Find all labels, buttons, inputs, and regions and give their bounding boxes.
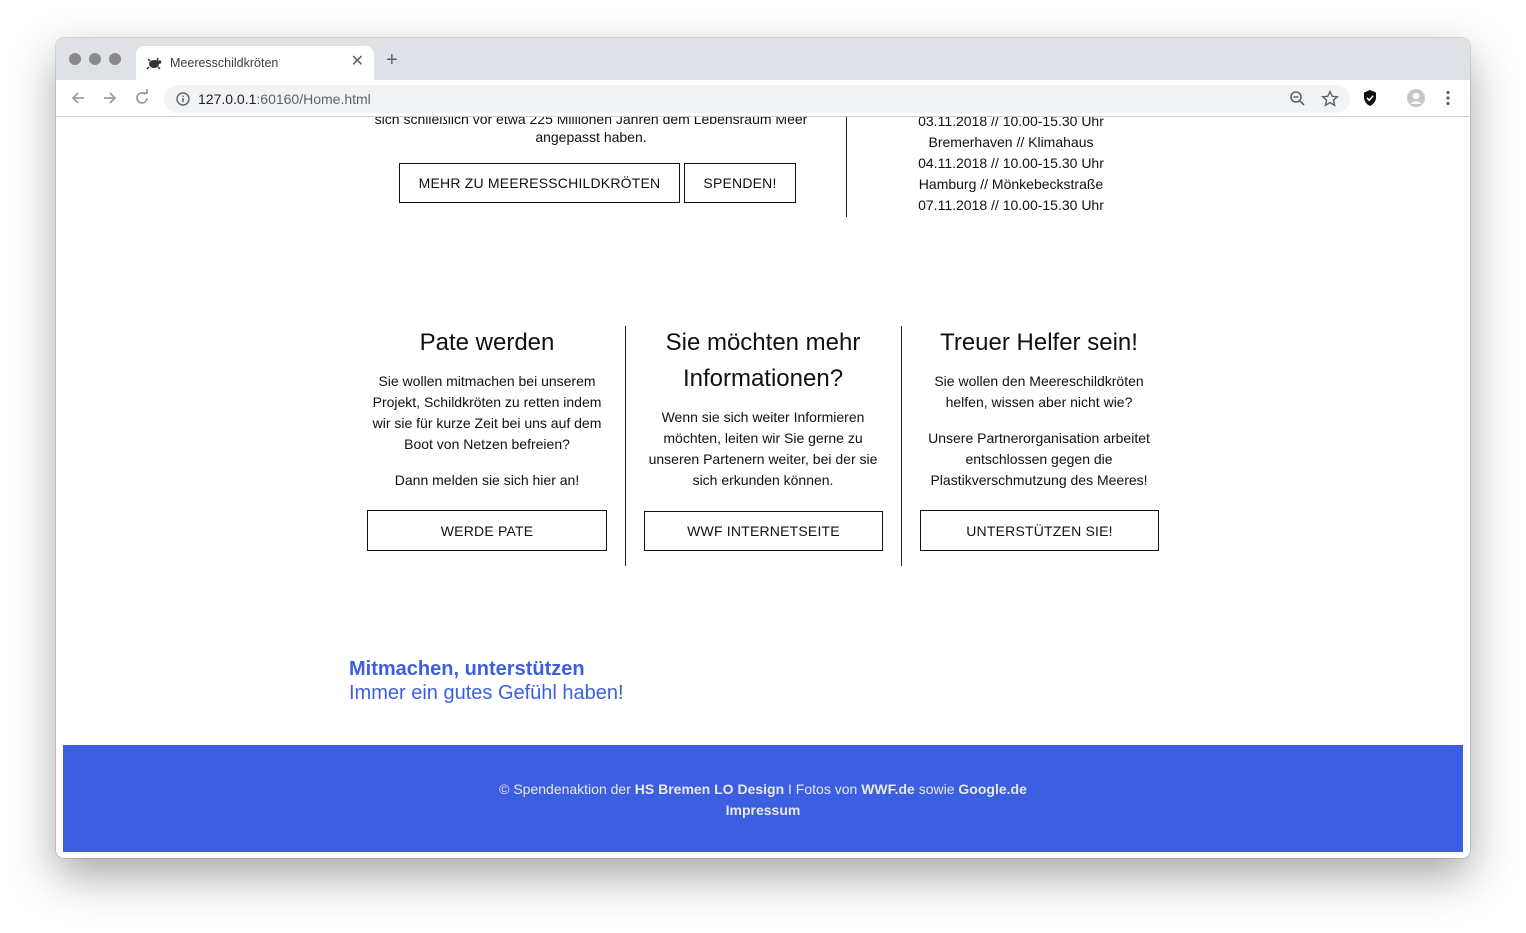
url-text[interactable]: 127.0.0.1:60160/Home.html bbox=[198, 91, 371, 107]
tab-bar: Meeresschildkröten ✕ + bbox=[56, 38, 1470, 80]
turtle-icon bbox=[146, 57, 162, 70]
footer-link-wwf[interactable]: WWF.de bbox=[861, 781, 915, 797]
forward-icon[interactable] bbox=[100, 88, 120, 108]
browser-window: Meeresschildkröten ✕ + 127.0.0.1:60160/H… bbox=[56, 38, 1470, 858]
close-window-button[interactable] bbox=[69, 53, 81, 65]
column-helper: Treuer Helfer sein! Sie wollen den Meere… bbox=[914, 325, 1164, 491]
column-text: Dann melden sie sich hier an! bbox=[394, 472, 580, 488]
maximize-window-button[interactable] bbox=[109, 53, 121, 65]
zoom-icon[interactable] bbox=[1288, 89, 1308, 109]
event-location-line: Hamburg // Mönkebeckstraße bbox=[918, 176, 1104, 192]
back-icon[interactable] bbox=[68, 88, 88, 108]
column-text: Sie wollen mitmachen bei unserem Projekt… bbox=[372, 373, 602, 452]
bookmark-star-icon[interactable] bbox=[1320, 89, 1340, 109]
event-date-line: 03.11.2018 // 10.00-15.30 Uhr bbox=[918, 117, 1104, 129]
shield-extension-icon[interactable] bbox=[1360, 88, 1380, 108]
event-location-line: Bremerhaven // Klimahaus bbox=[928, 134, 1094, 150]
page-viewport: sich schließlich vor etwa 225 Millionen … bbox=[56, 117, 1470, 858]
wwf-website-button[interactable]: WWF INTERNETSEITE bbox=[644, 511, 883, 551]
column-text: Sie wollen den Meereschildkröten helfen,… bbox=[934, 373, 1144, 410]
more-about-turtles-button[interactable]: MEHR ZU MEERESSCHILDKRÖTEN bbox=[399, 163, 680, 203]
column-info: Sie möchten mehr Informationen? Wenn sie… bbox=[638, 325, 888, 491]
become-sponsor-button[interactable]: WERDE PATE bbox=[367, 510, 607, 551]
event-date-line: 04.11.2018 // 10.00-15.30 Uhr bbox=[918, 155, 1104, 171]
reload-icon[interactable] bbox=[132, 88, 152, 108]
footer-impressum-link[interactable]: Impressum bbox=[63, 800, 1463, 820]
slogan-line-1: Mitmachen, unterstützen bbox=[349, 658, 585, 680]
column-text: Wenn sie sich weiter Informieren möchten… bbox=[648, 409, 878, 488]
close-tab-icon[interactable]: ✕ bbox=[351, 52, 364, 72]
slogan: Mitmachen, unterstützen Immer ein gutes … bbox=[349, 657, 624, 705]
donate-button[interactable]: SPENDEN! bbox=[684, 163, 796, 203]
footer-link-hs-bremen[interactable]: HS Bremen LO Design bbox=[635, 781, 784, 797]
info-icon[interactable] bbox=[176, 92, 190, 106]
intro-last-line: angepasst haben. bbox=[535, 129, 647, 145]
footer: © Spendenaktion der HS Bremen LO Design … bbox=[63, 745, 1463, 852]
profile-avatar-icon[interactable] bbox=[1406, 88, 1426, 108]
minimize-window-button[interactable] bbox=[89, 53, 101, 65]
column-text: Unsere Partnerorganisation arbeitet ents… bbox=[928, 430, 1150, 488]
support-button[interactable]: UNTERSTÜTZEN SIE! bbox=[920, 510, 1159, 551]
footer-credits: © Spendenaktion der HS Bremen LO Design … bbox=[499, 781, 1027, 797]
browser-toolbar: 127.0.0.1:60160/Home.html bbox=[56, 80, 1470, 117]
menu-dots-icon[interactable] bbox=[1438, 88, 1458, 108]
divider-vertical bbox=[625, 326, 626, 566]
event-date-line: 07.11.2018 // 10.00-15.30 Uhr bbox=[918, 197, 1104, 213]
column-title: Treuer Helfer sein! bbox=[940, 329, 1138, 356]
footer-link-google[interactable]: Google.de bbox=[958, 781, 1026, 797]
divider-vertical bbox=[846, 117, 847, 217]
column-title: Pate werden bbox=[419, 329, 555, 356]
divider-vertical bbox=[901, 326, 902, 566]
tab-active[interactable]: Meeresschildkröten ✕ bbox=[136, 46, 374, 80]
column-sponsor: Pate werden Sie wollen mitmachen bei uns… bbox=[362, 325, 612, 491]
tab-title: Meeresschildkröten bbox=[170, 56, 279, 70]
column-title: Sie möchten mehr Informationen? bbox=[665, 329, 861, 392]
address-bar[interactable]: 127.0.0.1:60160/Home.html bbox=[164, 85, 1350, 113]
slogan-line-2: Immer ein gutes Gefühl haben! bbox=[349, 682, 624, 704]
new-tab-button[interactable]: + bbox=[386, 50, 398, 70]
